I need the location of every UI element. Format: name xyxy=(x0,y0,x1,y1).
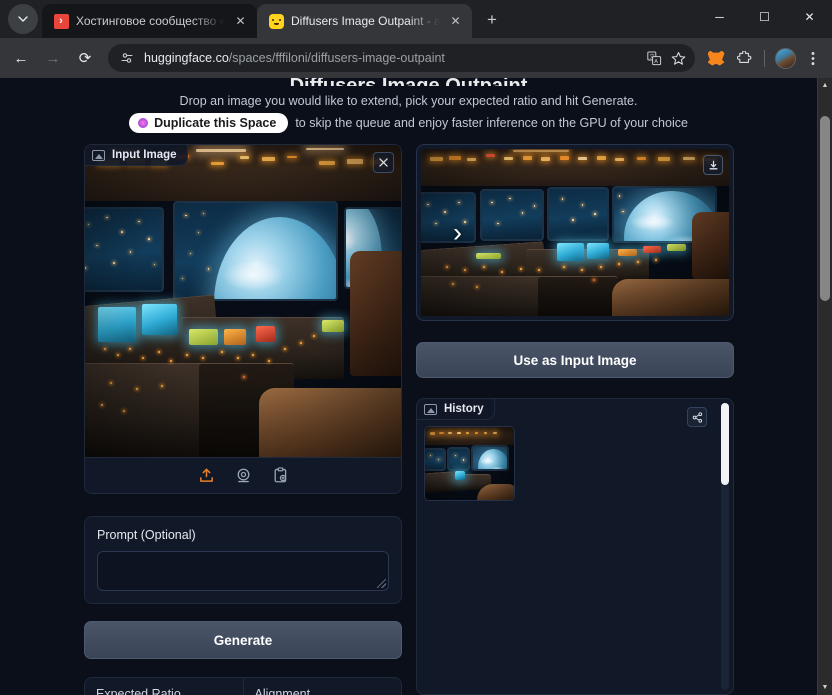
expected-ratio-header[interactable]: Expected Ratio xyxy=(85,678,243,695)
textarea-resize-handle[interactable] xyxy=(377,579,386,588)
output-image-canvas[interactable] xyxy=(421,149,729,316)
clipboard-paste-icon[interactable] xyxy=(272,467,289,484)
browser-window: › Хостинговое сообщество «Tim ✕ Diffuser… xyxy=(0,0,832,695)
url-text: huggingface.co/spaces/fffiloni/diffusers… xyxy=(138,51,643,65)
close-icon xyxy=(379,158,388,167)
omnibox-actions: 文 A xyxy=(643,47,689,69)
image-icon xyxy=(92,149,105,161)
input-image-canvas[interactable] xyxy=(85,145,401,457)
new-tab-button[interactable]: + xyxy=(478,6,506,34)
address-bar[interactable]: huggingface.co/spaces/fffiloni/diffusers… xyxy=(108,44,695,72)
webcam-icon[interactable] xyxy=(235,467,252,484)
page-scrollbar[interactable]: ▲ ▼ xyxy=(817,78,832,695)
page-subtitle: Drop an image you would like to extend, … xyxy=(179,94,638,108)
tune-icon[interactable] xyxy=(116,47,138,69)
duplicate-space-row: Duplicate this Space to skip the queue a… xyxy=(18,113,799,144)
close-window-button[interactable]: ✕ xyxy=(787,0,832,34)
download-icon[interactable] xyxy=(703,155,723,175)
reload-button[interactable]: ⟳ xyxy=(70,43,100,73)
input-image-block[interactable]: Input Image xyxy=(84,144,402,494)
url-host: huggingface.co xyxy=(144,51,229,65)
clear-input-image-button[interactable] xyxy=(373,152,394,173)
scroll-up-arrow[interactable]: ▲ xyxy=(818,78,832,93)
window-controls: ─ ☐ ✕ xyxy=(697,0,832,38)
input-image-label: Input Image xyxy=(85,145,188,166)
metamask-fox-icon xyxy=(707,50,725,66)
three-dot-menu-icon xyxy=(811,51,815,65)
image-icon xyxy=(424,403,437,415)
extensions-button[interactable] xyxy=(731,45,757,71)
history-block: History xyxy=(416,398,734,695)
translate-icon[interactable]: 文 A xyxy=(643,47,665,69)
duplicate-space-button[interactable]: Duplicate this Space xyxy=(129,113,289,133)
input-image-toolbar xyxy=(85,457,401,493)
maximize-button[interactable]: ☐ xyxy=(742,0,787,34)
tab-title: Diffusers Image Outpaint - a Hu xyxy=(291,14,440,28)
tab-close-button[interactable]: ✕ xyxy=(232,13,249,30)
duplicate-space-label: Duplicate this Space xyxy=(154,116,277,130)
metamask-extension-button[interactable] xyxy=(703,45,729,71)
scroll-down-arrow[interactable]: ▼ xyxy=(818,680,832,695)
red-chevron-icon: › xyxy=(53,13,69,29)
profile-button[interactable] xyxy=(772,45,798,71)
tab-search-button[interactable] xyxy=(8,4,38,34)
puzzle-piece-icon xyxy=(736,50,751,63)
history-thumbnail[interactable] xyxy=(424,426,515,501)
duplicate-space-suffix: to skip the queue and enjoy faster infer… xyxy=(295,116,688,130)
chevron-down-icon xyxy=(18,16,28,22)
minimize-button[interactable]: ─ xyxy=(697,0,742,34)
history-label-text: History xyxy=(444,403,484,415)
history-scrollbar[interactable] xyxy=(721,403,729,690)
page-viewport: Diffusers Image Outpaint Drop an image y… xyxy=(0,78,832,695)
main-columns: Input Image Prompt (Optional) Generate E… xyxy=(18,144,799,695)
browser-tab-1[interactable]: › Хостинговое сообщество «Tim ✕ xyxy=(42,4,257,38)
url-path: /spaces/fffiloni/diffusers-image-outpain… xyxy=(228,51,445,65)
history-label: History xyxy=(417,399,495,420)
tab-title: Хостинговое сообщество «Tim xyxy=(76,14,225,28)
use-as-input-image-button[interactable]: Use as Input Image xyxy=(416,342,734,378)
tab-close-button[interactable]: ✕ xyxy=(447,13,464,30)
forward-button[interactable]: → xyxy=(38,43,68,73)
svg-text:A: A xyxy=(654,59,658,65)
browser-tab-2[interactable]: Diffusers Image Outpaint - a Hu ✕ xyxy=(257,4,472,38)
gradio-app: Diffusers Image Outpaint Drop an image y… xyxy=(0,78,817,695)
input-image-label-text: Input Image xyxy=(112,149,177,161)
alignment-header[interactable]: Alignment xyxy=(242,678,402,695)
duplicate-dot-icon xyxy=(138,118,149,128)
tab-strip: › Хостинговое сообщество «Tim ✕ Diffuser… xyxy=(0,0,832,38)
generate-button[interactable]: Generate xyxy=(84,621,402,659)
profile-avatar xyxy=(774,47,796,69)
browser-toolbar: ← → ⟳ huggingface.co/spaces/fffiloni/dif… xyxy=(0,38,832,78)
chrome-menu-button[interactable] xyxy=(800,45,826,71)
output-image-block[interactable]: › xyxy=(416,144,734,321)
upload-icon[interactable] xyxy=(198,467,215,484)
huggingface-emoji-icon xyxy=(268,13,284,29)
prompt-label: Prompt (Optional) xyxy=(97,528,196,542)
ratio-alignment-table: Expected Ratio Alignment xyxy=(84,677,402,695)
right-column: › Use as Input Image History xyxy=(416,144,734,695)
prompt-card: Prompt (Optional) xyxy=(84,516,402,604)
toolbar-divider xyxy=(764,49,765,67)
share-icon[interactable] xyxy=(687,407,707,427)
prompt-input[interactable] xyxy=(97,551,389,591)
page-scrollbar-thumb[interactable] xyxy=(820,116,830,301)
star-icon[interactable] xyxy=(667,47,689,69)
left-column: Input Image Prompt (Optional) Generate E… xyxy=(84,144,402,695)
back-button[interactable]: ← xyxy=(6,43,36,73)
page-title: Diffusers Image Outpaint xyxy=(18,78,799,86)
image-compare-slider-handle[interactable]: › xyxy=(453,219,462,246)
history-scrollbar-thumb[interactable] xyxy=(721,403,729,485)
